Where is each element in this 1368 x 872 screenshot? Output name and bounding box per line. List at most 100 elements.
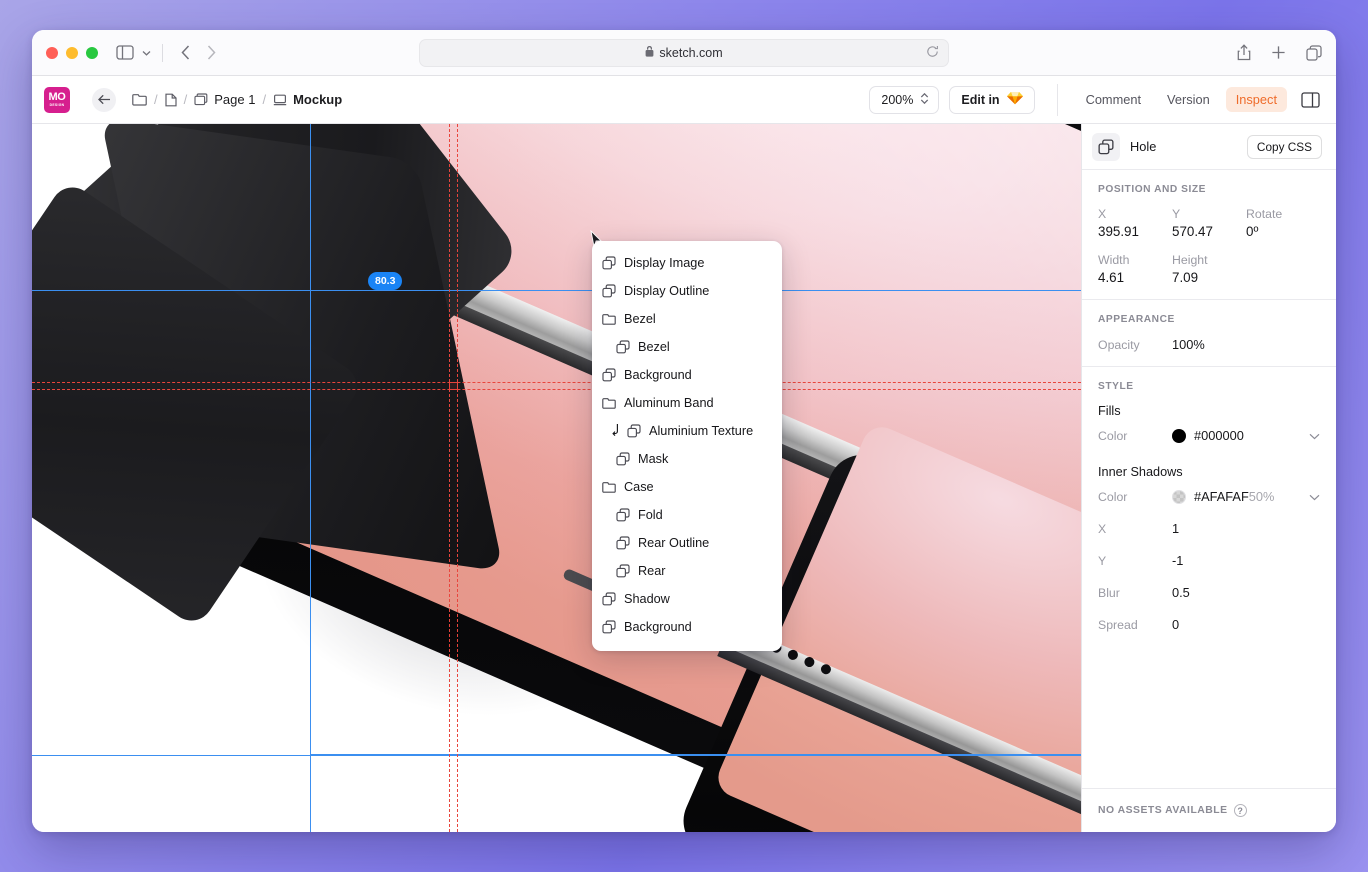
menu-item-bezel-group[interactable]: Bezel	[592, 305, 782, 333]
layer-icon	[616, 340, 630, 354]
rotate-label: Rotate	[1246, 207, 1320, 221]
shadow-blur-value: 0.5	[1172, 585, 1190, 600]
menu-item-label: Background	[624, 368, 692, 382]
zoom-control[interactable]: 200%	[869, 86, 939, 114]
chevron-down-icon[interactable]	[1309, 429, 1320, 443]
y-label: Y	[1172, 207, 1246, 221]
menu-item-rear-outline[interactable]: Rear Outline	[592, 529, 782, 557]
design-canvas[interactable]: 80.3 Display Image Display Outline	[32, 124, 1081, 832]
menu-item-case-group[interactable]: Case	[592, 473, 782, 501]
menu-item-label: Bezel	[638, 340, 670, 354]
copy-css-button[interactable]: Copy CSS	[1247, 135, 1322, 159]
width-value: 4.61	[1098, 270, 1172, 285]
breadcrumb-item-folder[interactable]	[132, 93, 147, 106]
address-bar[interactable]: sketch.com	[419, 39, 949, 67]
menu-item-background-2[interactable]: Background	[592, 613, 782, 641]
menu-item-fold[interactable]: Fold	[592, 501, 782, 529]
y-value: 570.47	[1172, 224, 1246, 239]
layer-icon	[616, 564, 630, 578]
layer-icon	[616, 452, 630, 466]
close-window-button[interactable]	[46, 47, 58, 59]
breadcrumb-separator: /	[154, 92, 158, 107]
edit-in-sketch-button[interactable]: Edit in	[949, 86, 1034, 114]
menu-item-label: Aluminium Texture	[649, 424, 753, 438]
inner-shadows-label: Inner Shadows	[1098, 465, 1320, 479]
file-icon	[165, 93, 177, 107]
tab-comment[interactable]: Comment	[1076, 87, 1151, 112]
sidebar-dropdown-icon[interactable]	[139, 50, 153, 56]
brand-logo-line2: DESIGN	[50, 104, 65, 107]
menu-item-rear[interactable]: Rear	[592, 557, 782, 585]
panel-toggle-icon[interactable]	[1301, 92, 1320, 108]
menu-item-display-outline[interactable]: Display Outline	[592, 277, 782, 305]
menu-item-label: Aluminum Band	[624, 396, 714, 410]
selection-guide-horizontal-top	[32, 290, 1081, 291]
app-toolbar: MO DESIGN / / Page 1	[32, 76, 1336, 124]
browser-back-button[interactable]	[172, 40, 198, 66]
page-icon	[194, 93, 208, 106]
menu-item-label: Shadow	[624, 592, 670, 606]
menu-item-aluminum-band-group[interactable]: Aluminum Band	[592, 389, 782, 417]
layer-icon	[602, 592, 616, 606]
layer-icon	[1092, 133, 1120, 161]
layer-icon	[602, 256, 616, 270]
breadcrumb-page-label: Page 1	[214, 92, 255, 107]
section-title: APPEARANCE	[1098, 314, 1320, 325]
app-body: 80.3 Display Image Display Outline	[32, 124, 1336, 832]
chrome-right-actions	[1237, 44, 1322, 61]
chevron-down-icon[interactable]	[1309, 490, 1320, 504]
breadcrumb-item-file[interactable]	[165, 93, 177, 107]
selected-hole-marker	[449, 382, 458, 390]
breadcrumb-separator-3: /	[262, 92, 266, 107]
menu-item-label: Fold	[638, 508, 663, 522]
opacity-label: Opacity	[1098, 338, 1172, 352]
measure-badge: 80.3	[368, 272, 402, 290]
shadow-color-swatch	[1172, 490, 1186, 504]
mask-arrow-icon	[612, 423, 621, 439]
app-back-button[interactable]	[92, 88, 116, 112]
width-label: Width	[1098, 253, 1172, 267]
minimize-window-button[interactable]	[66, 47, 78, 59]
shadow-y-row: Y -1	[1098, 553, 1320, 568]
menu-item-mask[interactable]: Mask	[592, 445, 782, 473]
browser-forward-button[interactable]	[198, 40, 224, 66]
menu-item-label: Display Outline	[624, 284, 709, 298]
layer-icon	[602, 284, 616, 298]
menu-item-display-image[interactable]: Display Image	[592, 249, 782, 277]
menu-item-shadow[interactable]: Shadow	[592, 585, 782, 613]
new-tab-plus-icon[interactable]	[1271, 45, 1286, 60]
fill-color-hex: #000000	[1194, 428, 1244, 443]
shadow-y-label: Y	[1098, 554, 1172, 568]
size-grid-empty	[1246, 253, 1320, 267]
share-icon[interactable]	[1237, 44, 1251, 61]
menu-item-background-1[interactable]: Background	[592, 361, 782, 389]
tab-inspect[interactable]: Inspect	[1226, 87, 1287, 112]
brand-logo[interactable]: MO DESIGN	[44, 87, 70, 113]
shadow-color-row[interactable]: Color #AFAFAF50%	[1098, 489, 1320, 504]
question-mark-icon[interactable]: ?	[1234, 804, 1247, 817]
breadcrumb-item-page[interactable]: Page 1	[194, 92, 255, 107]
sidebar-toggle-icon[interactable]	[114, 42, 136, 64]
menu-item-label: Background	[624, 620, 692, 634]
breadcrumb-artboard-label: Mockup	[293, 92, 342, 107]
menu-item-aluminium-texture[interactable]: Aluminium Texture	[592, 417, 782, 445]
fill-color-row[interactable]: Color #000000	[1098, 428, 1320, 443]
menu-item-label: Rear	[638, 564, 666, 578]
layer-context-menu[interactable]: Display Image Display Outline Bezel	[592, 241, 782, 651]
breadcrumb-item-artboard[interactable]: Mockup	[273, 92, 342, 107]
maximize-window-button[interactable]	[86, 47, 98, 59]
inspector-spacer	[1082, 646, 1336, 788]
address-bar-text: sketch.com	[659, 46, 722, 60]
folder-icon	[602, 397, 616, 409]
opacity-value: 100%	[1172, 337, 1205, 352]
selected-layer-name: Hole	[1130, 139, 1156, 154]
layer-icon	[616, 508, 630, 522]
tab-version[interactable]: Version	[1157, 87, 1220, 112]
reload-icon[interactable]	[926, 45, 939, 61]
tab-overview-icon[interactable]	[1306, 45, 1322, 61]
layer-icon	[602, 620, 616, 634]
zoom-value: 200%	[881, 93, 913, 107]
menu-item-bezel-layer[interactable]: Bezel	[592, 333, 782, 361]
folder-icon	[602, 481, 616, 493]
fills-label: Fills	[1098, 404, 1320, 418]
